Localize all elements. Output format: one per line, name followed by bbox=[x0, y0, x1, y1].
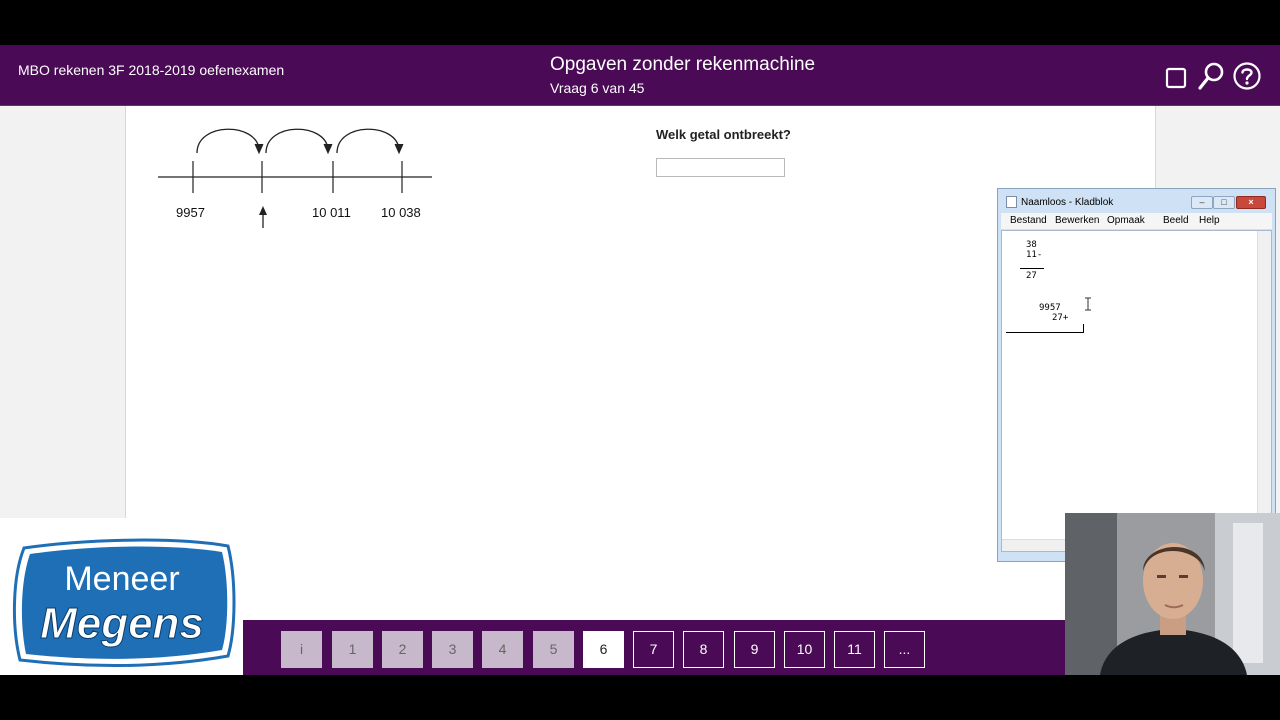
ibeam-cursor-icon bbox=[1085, 297, 1091, 311]
notepad-text-area[interactable]: 38 11- 27 9957 27+ bbox=[1001, 230, 1272, 552]
calc1-rule bbox=[1020, 268, 1044, 269]
page-button[interactable]: 3 bbox=[432, 631, 473, 668]
calc2-addend: 27+ bbox=[1052, 313, 1069, 323]
number-line-drawing bbox=[158, 128, 432, 228]
logo-text: Megens bbox=[40, 599, 204, 648]
page-button-info[interactable]: i bbox=[281, 631, 322, 668]
page-button[interactable]: 10 bbox=[784, 631, 825, 668]
minimize-button[interactable]: – bbox=[1191, 196, 1213, 209]
page-button[interactable]: 9 bbox=[734, 631, 775, 668]
vertical-scrollbar[interactable] bbox=[1257, 231, 1271, 551]
page-button[interactable]: 1 bbox=[332, 631, 373, 668]
notepad-titlebar[interactable]: Naamloos - Kladblok – □ × bbox=[998, 189, 1275, 213]
bottom-background bbox=[125, 518, 1065, 620]
square-icon[interactable] bbox=[1162, 61, 1192, 91]
page-button-current[interactable]: 6 bbox=[583, 631, 624, 668]
number-line-label: 10 011 bbox=[312, 205, 351, 220]
question-pagination: i 1 2 3 4 5 6 7 8 9 10 11 ... bbox=[243, 620, 1065, 675]
page-button[interactable]: 11 bbox=[834, 631, 875, 668]
number-line-figure: 9957 10 011 10 038 bbox=[150, 115, 450, 240]
help-icon[interactable] bbox=[1232, 61, 1262, 91]
page-button[interactable]: 8 bbox=[683, 631, 724, 668]
menu-bestand[interactable]: Bestand bbox=[1010, 215, 1047, 226]
maximize-button[interactable]: □ bbox=[1213, 196, 1235, 209]
page-button[interactable]: 5 bbox=[533, 631, 574, 668]
number-line-label: 10 038 bbox=[381, 205, 421, 220]
search-icon[interactable] bbox=[1196, 61, 1226, 91]
section-title: Opgaven zonder rekenmachine bbox=[550, 54, 816, 75]
logo-text: Meneer bbox=[64, 560, 179, 598]
menu-help[interactable]: Help bbox=[1199, 215, 1220, 226]
exam-title: MBO rekenen 3F 2018-2019 oefenexamen bbox=[18, 62, 285, 78]
calc2-rule bbox=[1006, 332, 1083, 333]
calc2-top: 9957 bbox=[1039, 303, 1061, 313]
notepad-window[interactable]: Naamloos - Kladblok – □ × Bestand Bewerk… bbox=[997, 188, 1276, 562]
screen: MBO rekenen 3F 2018-2019 oefenexamen Opg… bbox=[0, 0, 1280, 720]
notepad-menubar: Bestand Bewerken Opmaak Beeld Help bbox=[1001, 213, 1272, 229]
calc1-result: 27 bbox=[1026, 271, 1037, 281]
number-line-label: 9957 bbox=[176, 205, 205, 220]
close-button[interactable]: × bbox=[1236, 196, 1266, 209]
calc1-subtrahend: 11- bbox=[1026, 250, 1043, 260]
page-button[interactable]: 4 bbox=[482, 631, 523, 668]
page-button[interactable]: 2 bbox=[382, 631, 423, 668]
text-cursor bbox=[1083, 324, 1084, 333]
page-button-more[interactable]: ... bbox=[884, 631, 925, 668]
menu-bewerken[interactable]: Bewerken bbox=[1055, 215, 1099, 226]
menu-opmaak[interactable]: Opmaak bbox=[1107, 215, 1145, 226]
notepad-title: Naamloos - Kladblok bbox=[1021, 197, 1114, 208]
question-prompt: Welk getal ontbreekt? bbox=[656, 127, 791, 142]
answer-input[interactable] bbox=[656, 158, 785, 177]
menu-beeld[interactable]: Beeld bbox=[1163, 215, 1189, 226]
exam-header: MBO rekenen 3F 2018-2019 oefenexamen Opg… bbox=[0, 45, 1280, 106]
calc1-top: 38 bbox=[1026, 240, 1037, 250]
meneer-megens-logo: Meneer Megens bbox=[12, 538, 236, 668]
question-counter: Vraag 6 van 45 bbox=[550, 80, 645, 96]
webcam-overlay bbox=[1065, 513, 1280, 675]
notepad-app-icon bbox=[1006, 196, 1017, 208]
page-button[interactable]: 7 bbox=[633, 631, 674, 668]
